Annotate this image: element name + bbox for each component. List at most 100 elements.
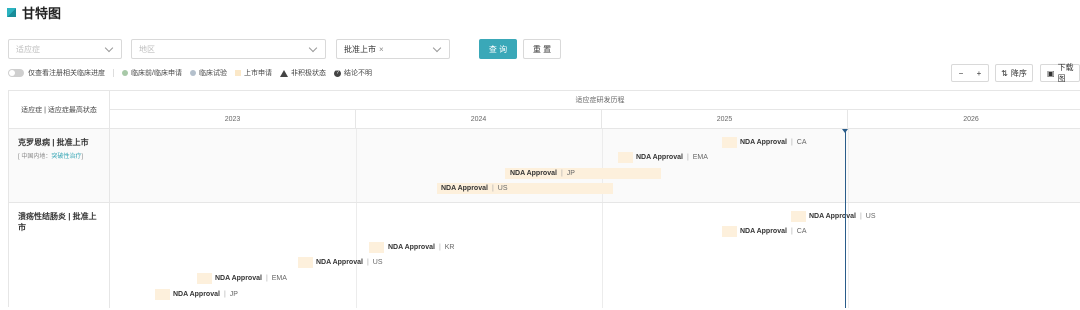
question-icon: ? [333,69,341,77]
page-title: 甘特图 [22,5,62,21]
bar-region: US [865,213,876,220]
year-row: 2023 2024 2025 2026 [110,110,1080,129]
legend-item-inactive: 非积极状态 [279,68,326,78]
bar-label: NDA Approval | CA [740,139,807,146]
indication-select[interactable]: 适应症 [8,39,122,59]
bar-region: EMA [692,154,708,161]
legend-item-nda: 上市申请 [234,68,272,78]
bar-label: NDA Approval | EMA [636,154,708,161]
bar-name: NDA Approval [173,291,220,298]
grid-line [848,129,849,202]
legend-square-icon [234,70,241,76]
download-icon: ▣ [1047,68,1055,78]
year-label: 2025 [602,110,848,129]
bar-name: NDA Approval [809,213,856,220]
gantt-bar[interactable] [722,137,737,148]
group-title: 溃疡性结肠炎 | 批准上市 [18,212,97,232]
status-select[interactable]: 批准上市 × [336,39,450,59]
bar-region: KR [444,244,455,251]
legend-item-unknown: ? 结论不明 [333,68,372,78]
legend-label: 临床前/临床申请 [131,70,182,77]
bar-name: NDA Approval [441,185,488,192]
bar-label: NDA Approval | EMA [215,275,287,282]
page-header: 甘特图 [7,4,62,21]
query-button[interactable]: 查 询 [479,39,517,59]
bar-region: US [497,185,508,192]
gantt-bar[interactable] [618,152,633,163]
legend-label: 非积极状态 [290,70,326,77]
gantt-bar[interactable] [722,226,737,237]
group-timeline: NDA Approval | US NDA Approval | CA NDA Appr… [110,203,1080,308]
bar-name: NDA Approval [636,154,683,161]
chevron-down-icon [104,43,114,53]
status-tag: 批准上市 × [344,44,384,55]
sort-label: 降序 [1010,68,1027,78]
today-marker-icon [842,129,848,133]
zoom-control: − + [951,64,989,82]
bar-region: US [372,259,383,266]
legend-label: 结论不明 [343,70,372,77]
year-label: 2026 [963,116,979,123]
legend: 仅查看注册相关临床进度 临床前/临床申请 临床试验 上市申请 非积极状态 ? 结… [8,67,380,79]
bar-name: NDA Approval [316,259,363,266]
download-button[interactable]: ▣ 下载图 [1040,63,1080,83]
zoom-in-button[interactable]: + [977,69,982,78]
gantt-bar[interactable] [791,211,806,222]
close-icon[interactable]: × [379,45,384,54]
legend-label: 上市申请 [243,70,272,77]
gantt-bar[interactable] [197,273,212,284]
grid-line [356,129,357,202]
timeline-header: 适应症研发历程 [110,91,1080,110]
chevron-down-icon [308,43,318,53]
group-subtitle: [ 中国内地：突破性治疗] [18,151,100,160]
group-title: 克罗恩病 | 批准上市 [18,138,89,147]
gantt-group-uc: 溃疡性结肠炎 | 批准上市 NDA Approval | US NDA Approv… [9,203,1080,308]
legend-item-preclinical: 临床前/临床申请 [122,68,182,78]
bar-region: CA [796,228,807,235]
bar-label: NDA Approval | JP [173,291,238,298]
group-timeline: NDA Approval | CA NDA Approval | EMA NDA App… [110,129,1080,202]
bar-label: NDA Approval | KR [388,244,455,251]
reset-button[interactable]: 重 置 [523,39,561,59]
bar-name: NDA Approval [740,139,787,146]
left-header: 适应症 | 适应症最高状态 [9,91,110,129]
bar-region: JP [229,291,238,298]
toggle-label: 仅查看注册相关临床进度 [28,70,105,77]
gantt-bar[interactable] [369,242,384,253]
bar-name: NDA Approval [740,228,787,235]
gantt-bar[interactable] [155,289,170,300]
legend-dot-icon [122,70,128,76]
group-label: 溃疡性结肠炎 | 批准上市 [9,203,110,308]
legend-label: 临床试验 [198,70,227,77]
subtitle-prefix: [ 中国内地： [18,154,52,160]
legend-dot-icon [189,70,196,76]
grid-line [356,203,357,308]
bar-label: NDA Approval | CA [740,228,807,235]
indication-placeholder: 适应症 [16,44,40,54]
today-line [845,129,846,308]
chevron-down-icon [432,43,442,53]
bar-label: NDA Approval | US [441,185,508,192]
legend-item-clinical: 临床试验 [189,68,227,78]
bar-region: EMA [271,275,287,282]
region-placeholder: 地区 [139,44,155,54]
download-label: 下载图 [1057,63,1074,83]
gantt-bar[interactable] [298,257,313,268]
breakthrough-link[interactable]: 突破性治疗 [51,154,81,160]
subtitle-suffix: ] [81,154,84,160]
gantt-group-crohns: 克罗恩病 | 批准上市 [ 中国内地：突破性治疗] NDA Approval | C… [9,129,1080,203]
bar-region: CA [796,139,807,146]
sort-button[interactable]: ⇅ 降序 [995,64,1033,82]
divider [113,69,114,77]
bar-name: NDA Approval [215,275,262,282]
status-tag-label: 批准上市 [344,44,376,54]
zoom-out-button[interactable]: − [959,69,964,78]
group-label: 克罗恩病 | 批准上市 [ 中国内地：突破性治疗] [9,129,110,202]
registration-only-toggle[interactable] [8,69,24,77]
bar-name: NDA Approval [388,244,435,251]
bar-label: NDA Approval | JP [510,170,575,177]
year-label: 2024 [356,110,602,129]
region-select[interactable]: 地区 [131,39,326,59]
bar-region: JP [566,170,575,177]
bar-label: NDA Approval | US [809,213,876,220]
